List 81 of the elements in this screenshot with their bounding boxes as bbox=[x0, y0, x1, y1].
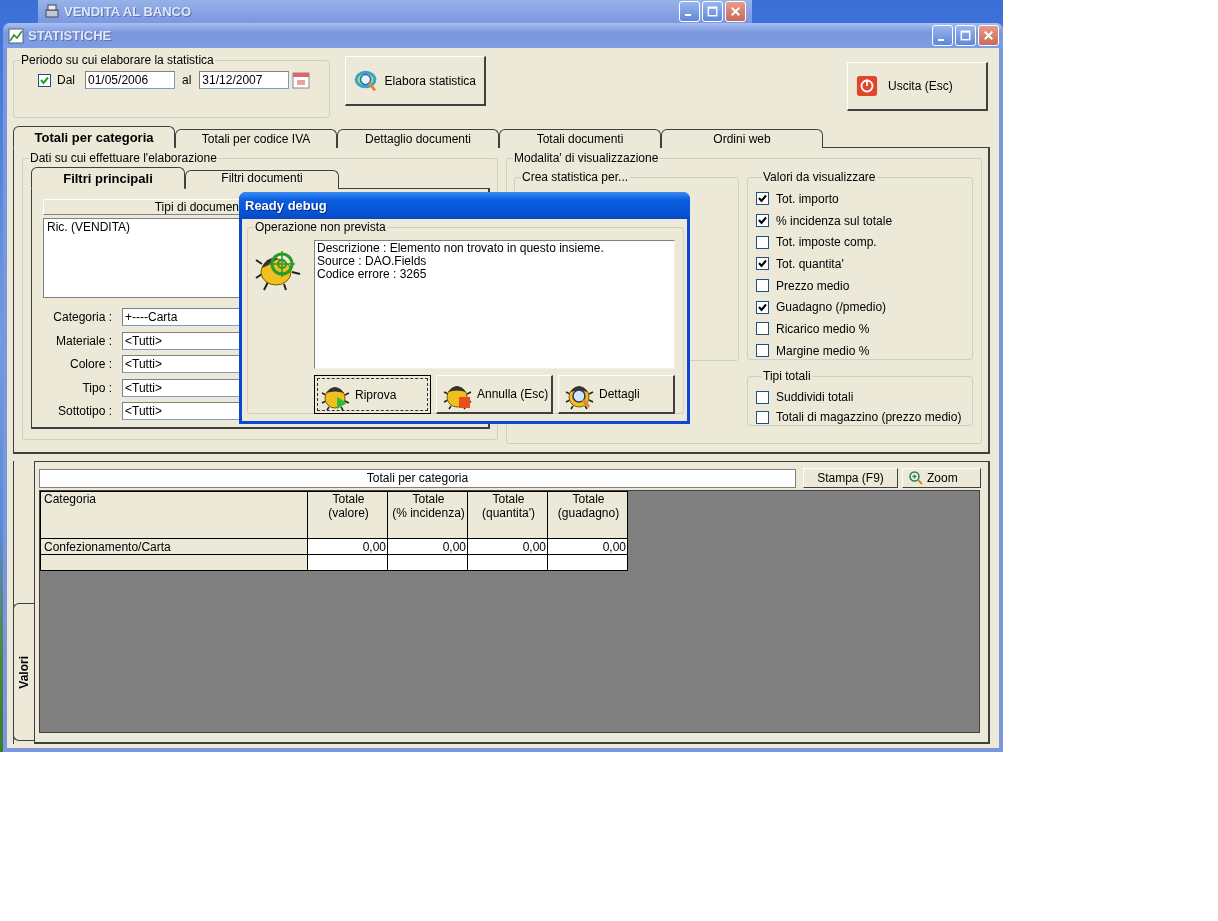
checkbox-label: Suddividi totali bbox=[776, 390, 854, 404]
checkbox-label: Dal bbox=[57, 73, 75, 87]
window-title: VENDITA AL BANCO bbox=[64, 3, 192, 19]
field-label: Materiale : bbox=[54, 333, 112, 348]
details-button[interactable]: Dettagli bbox=[558, 375, 675, 414]
tab[interactable]: Filtri documenti bbox=[185, 170, 339, 189]
tab[interactable]: Totali per categoria bbox=[13, 126, 175, 148]
checkbox[interactable] bbox=[756, 300, 769, 314]
group-label: Periodo su cui elaborare la statistica bbox=[20, 54, 215, 67]
checkbox-label: Margine medio % bbox=[776, 343, 870, 358]
list-item[interactable]: Ric. (VENDITA) bbox=[47, 220, 236, 234]
maximize-icon bbox=[958, 28, 973, 43]
maximize-button[interactable] bbox=[955, 25, 976, 46]
tab[interactable]: Dettaglio documenti bbox=[337, 129, 499, 148]
checkbox-label: Tot. importo bbox=[776, 191, 839, 206]
column-header: Categoria bbox=[40, 491, 308, 539]
maximize-button[interactable] bbox=[702, 0, 723, 22]
message-text: Descrizione : Elemento non trovato in questo insieme. bbox=[317, 242, 605, 255]
minimize-button[interactable] bbox=[932, 25, 953, 46]
checkbox[interactable] bbox=[756, 390, 769, 404]
checkbox-label: Ricarico medio % bbox=[776, 321, 870, 336]
dialog-title: Ready debug bbox=[245, 198, 327, 213]
checkbox-label: Totali di magazzino (prezzo medio) bbox=[776, 410, 962, 424]
checkbox[interactable] bbox=[38, 73, 51, 87]
retry-button[interactable]: Riprova bbox=[314, 375, 431, 414]
print-button[interactable]: Stampa (F9) bbox=[803, 468, 898, 488]
checkbox[interactable] bbox=[756, 214, 769, 228]
group-label: Operazione non prevista bbox=[254, 221, 387, 234]
checkbox[interactable] bbox=[756, 279, 769, 293]
window-title: STATISTICHE bbox=[28, 28, 112, 43]
calendar-icon[interactable] bbox=[292, 71, 311, 89]
tab[interactable]: Valori bbox=[13, 603, 34, 741]
checkbox[interactable] bbox=[756, 235, 769, 249]
checkbox-label: Guadagno (/pmedio) bbox=[776, 300, 887, 315]
zoom-in-icon bbox=[909, 471, 923, 485]
minimize-icon bbox=[937, 38, 944, 41]
power-icon bbox=[856, 75, 878, 97]
tab[interactable]: Filtri principali bbox=[31, 167, 185, 189]
date-field[interactable]: 01/05/2006 bbox=[85, 71, 175, 89]
field-label: Colore : bbox=[68, 357, 112, 371]
field-label: Categoria : bbox=[52, 310, 112, 324]
tab[interactable]: Ordini web bbox=[661, 129, 823, 148]
exit-button[interactable]: Uscita (Esc) bbox=[847, 62, 988, 111]
cash-register-icon bbox=[44, 3, 60, 19]
group-label: Dati su cui effettuare l'elaborazione bbox=[29, 152, 218, 165]
field-label: Sottotipo : bbox=[56, 404, 112, 418]
close-icon bbox=[981, 28, 996, 43]
group-label: Modalita' di visualizzazione bbox=[513, 152, 660, 165]
field-label: al bbox=[182, 73, 192, 87]
column-header: Totale (guadagno) bbox=[547, 491, 628, 539]
message-text: Source : DAO.Fields bbox=[317, 255, 428, 268]
process-button[interactable]: Elabora statistica bbox=[345, 56, 486, 106]
checkbox[interactable] bbox=[756, 344, 769, 358]
column-header: Totale (% incidenza) bbox=[387, 491, 468, 539]
checkbox-label: Tot. quantita' bbox=[776, 256, 844, 271]
minimize-button[interactable] bbox=[679, 0, 700, 22]
close-button[interactable] bbox=[978, 25, 999, 46]
checkbox-label: Tot. imposte comp. bbox=[776, 235, 877, 250]
close-button[interactable] bbox=[725, 0, 746, 22]
title-field: Totali per categoria bbox=[39, 468, 796, 488]
minimize-icon bbox=[684, 14, 691, 16]
checkbox[interactable] bbox=[756, 257, 769, 271]
checkbox[interactable] bbox=[756, 192, 769, 206]
field-label: Tipo : bbox=[81, 380, 112, 395]
date-field[interactable]: 31/12/2007 bbox=[199, 71, 290, 89]
tab[interactable]: Totali per codice IVA bbox=[175, 129, 337, 148]
group-label: Tipi totali bbox=[762, 370, 812, 383]
group-label: Crea statistica per... bbox=[521, 171, 630, 184]
chart-icon bbox=[8, 27, 24, 44]
zoom-button[interactable]: Zoom bbox=[902, 468, 981, 488]
checkbox-label: Prezzo medio bbox=[776, 278, 850, 293]
checkbox-label: % incidenza sul totale bbox=[776, 213, 893, 228]
cancel-button[interactable]: Annulla (Esc) bbox=[436, 375, 553, 414]
group-label: Valori da visualizzare bbox=[762, 171, 877, 184]
tab[interactable]: Totali documenti bbox=[499, 129, 661, 148]
message-text: Codice errore : 3265 bbox=[317, 268, 428, 281]
column-header: Tipi di documen bbox=[43, 199, 239, 215]
column-header: Totale (quantita') bbox=[467, 491, 548, 539]
checkbox[interactable] bbox=[756, 322, 769, 336]
column-header: Totale (valore) bbox=[307, 491, 388, 539]
checkbox[interactable] bbox=[756, 410, 769, 424]
